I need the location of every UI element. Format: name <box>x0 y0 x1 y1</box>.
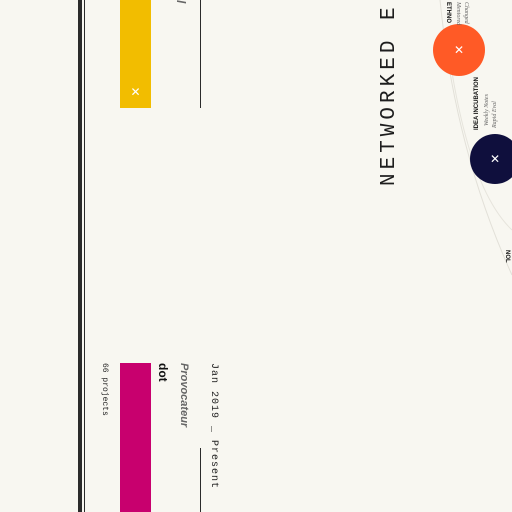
node-label-ethno: ETHNO <box>445 2 451 23</box>
network-node-ethno[interactable]: ✕ <box>433 24 485 76</box>
close-icon[interactable]: ✕ <box>490 152 500 166</box>
node-label-partial: NOL <box>504 250 510 263</box>
node-detail: Mentored <box>455 2 461 26</box>
node-label-idea-incubation: IDEA INCUBATION <box>474 77 480 130</box>
node-detail: Rapid Eval <box>492 101 498 128</box>
node-detail: Changed <box>463 2 469 24</box>
close-icon[interactable]: ✕ <box>454 43 464 57</box>
network-arcs <box>439 0 512 276</box>
network-heading: NETWORKED E <box>378 3 401 186</box>
network-node-idea-incubation[interactable]: ✕ <box>470 134 512 184</box>
node-detail: Weekly Notes <box>484 94 490 126</box>
